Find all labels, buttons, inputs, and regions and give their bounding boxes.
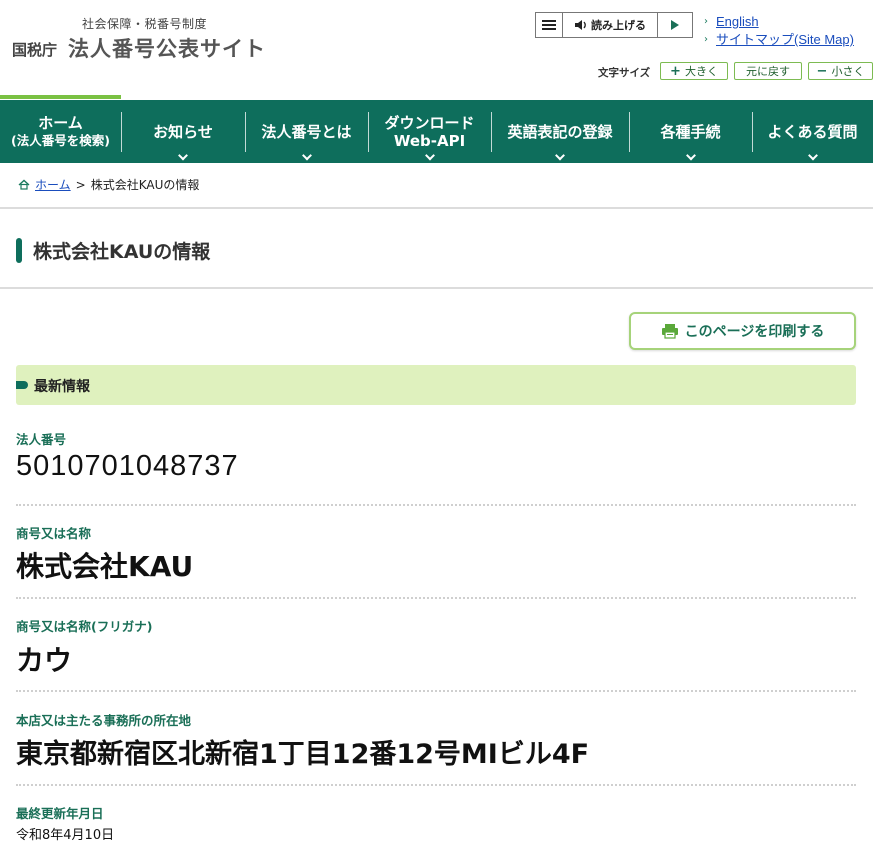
page-title-card: 株式会社KAUの情報 <box>0 207 873 289</box>
record-divider <box>16 504 856 506</box>
chevron-down-icon <box>178 150 188 161</box>
record-divider <box>16 784 856 786</box>
nav-about-number-label: 法人番号とは <box>261 122 352 141</box>
main-nav: ホーム (法人番号を検索) お知らせ 法人番号とは ダウンロード Web-API… <box>0 100 873 163</box>
last-updated-value: 令和8年4月10日 <box>16 828 115 843</box>
agency-name[interactable]: 国税庁 <box>12 39 57 60</box>
title-marker <box>16 238 22 263</box>
menu-button[interactable] <box>536 13 563 37</box>
section-marker <box>16 381 28 389</box>
font-smaller-label: 小さく <box>831 65 865 78</box>
print-page-label: このページを印刷する <box>684 324 825 340</box>
font-larger-button[interactable]: + 大きく <box>660 62 728 80</box>
nav-procedures-label: 各種手続 <box>660 122 721 141</box>
hamburger-icon <box>542 20 556 30</box>
section-title: 最新情報 <box>34 379 90 395</box>
breadcrumb-home-link[interactable]: ホーム <box>35 176 71 193</box>
chevron-down-icon <box>301 150 312 161</box>
active-tab-indicator <box>0 95 121 99</box>
record-divider <box>16 597 856 599</box>
nav-about-number[interactable]: 法人番号とは <box>245 100 368 163</box>
header-links: › English › サイトマップ(Site Map) <box>704 13 854 49</box>
chevron-down-icon <box>424 150 435 161</box>
chevron-down-icon <box>685 150 696 161</box>
corporate-number-label: 法人番号 <box>16 432 67 447</box>
font-larger-label: 大きく <box>684 65 718 78</box>
site-subtitle: 社会保障・税番号制度 <box>82 17 208 31</box>
nav-download[interactable]: ダウンロード Web-API <box>368 100 491 163</box>
address-value: 東京都新宿区北新宿1丁目12番12号MIビル4F <box>16 739 590 770</box>
company-name-value: 株式会社KAU <box>16 550 194 583</box>
chevron-down-icon <box>555 150 565 161</box>
sitemap-link[interactable]: サイトマップ(Site Map) <box>716 31 854 49</box>
address-label: 本店又は主たる事務所の所在地 <box>16 713 192 728</box>
nav-home-sublabel: (法人番号を検索) <box>11 133 110 148</box>
font-reset-button[interactable]: 元に戻す <box>734 62 802 80</box>
breadcrumb-current: 株式会社KAUの情報 <box>90 178 200 192</box>
accessibility-toolbar: 読み上げる <box>535 12 693 38</box>
section-header-latest: 最新情報 <box>16 365 856 405</box>
nav-download-label: ダウンロード <box>384 113 475 132</box>
breadcrumb-separator: > <box>75 177 86 192</box>
nav-download-sublabel: Web-API <box>393 131 466 150</box>
printer-icon <box>661 324 678 339</box>
company-kana-label: 商号又は名称(フリガナ) <box>16 619 153 634</box>
nav-english-registration-label: 英語表記の登録 <box>507 122 613 141</box>
nav-procedures[interactable]: 各種手続 <box>629 100 752 163</box>
nav-faq[interactable]: よくある質問 <box>752 100 873 163</box>
nav-news[interactable]: お知らせ <box>121 100 245 163</box>
home-icon <box>18 179 30 190</box>
nav-home[interactable]: ホーム (法人番号を検索) <box>0 100 121 163</box>
record-divider <box>16 690 856 692</box>
chevron-right-icon: › <box>704 34 708 45</box>
english-link[interactable]: English <box>716 13 759 31</box>
last-updated-label: 最終更新年月日 <box>16 806 104 821</box>
font-reset-label: 元に戻す <box>746 65 790 78</box>
site-header: 社会保障・税番号制度 国税庁 法人番号公表サイト 読み上げる › English … <box>0 0 873 100</box>
chevron-right-icon: › <box>704 16 708 27</box>
corporate-number-value: 5010701048737 <box>16 450 239 482</box>
minus-icon: − <box>816 63 828 79</box>
nav-news-label: お知らせ <box>153 122 213 141</box>
site-logo-title[interactable]: 法人番号公表サイト <box>68 33 266 63</box>
speaker-icon <box>575 20 586 30</box>
print-page-button[interactable]: このページを印刷する <box>629 312 856 350</box>
page-title: 株式会社KAUの情報 <box>33 241 211 263</box>
nav-faq-label: よくある質問 <box>767 122 858 141</box>
read-aloud-label: 読み上げる <box>591 19 646 32</box>
plus-icon: + <box>670 63 681 79</box>
company-name-label: 商号又は名称 <box>16 526 92 541</box>
read-aloud-button[interactable]: 読み上げる <box>563 13 658 37</box>
breadcrumb: ホーム > 株式会社KAUの情報 <box>18 176 199 193</box>
nav-english-registration[interactable]: 英語表記の登録 <box>491 100 629 163</box>
company-kana-value: カウ <box>16 644 73 677</box>
font-smaller-button[interactable]: − 小さく <box>808 62 873 80</box>
chevron-down-icon <box>807 150 818 161</box>
font-size-label: 文字サイズ <box>598 67 651 79</box>
play-button[interactable] <box>658 13 692 37</box>
nav-home-label: ホーム <box>38 114 83 132</box>
play-icon <box>671 20 679 30</box>
